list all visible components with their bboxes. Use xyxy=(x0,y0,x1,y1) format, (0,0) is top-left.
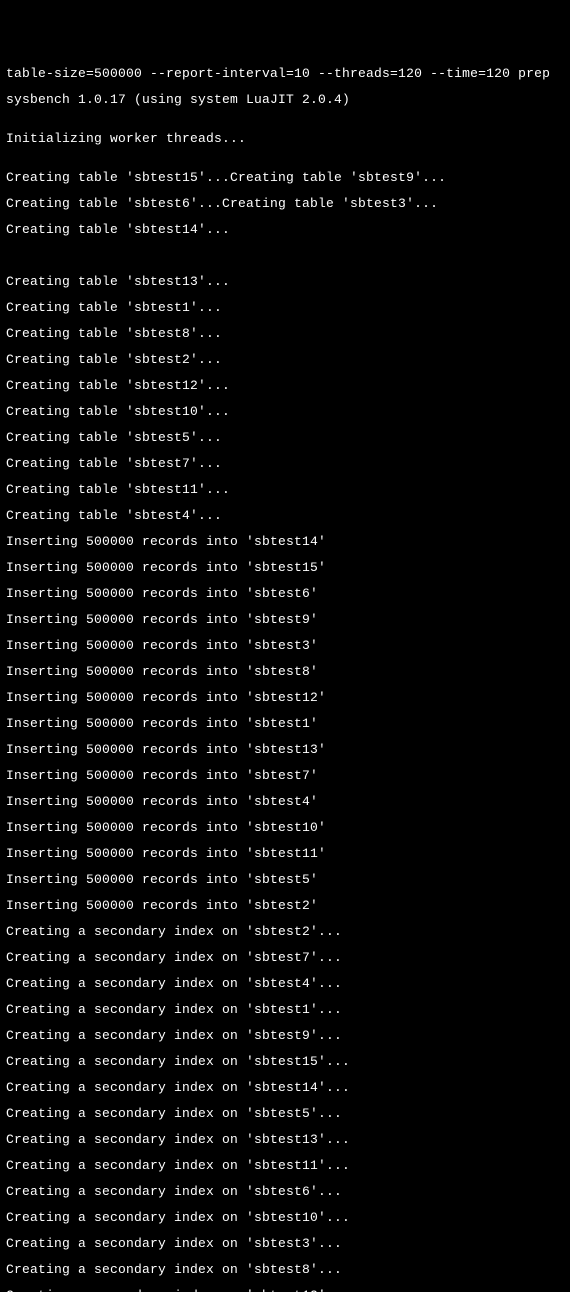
insert-line: Inserting 500000 records into 'sbtest13' xyxy=(6,743,564,756)
insert-line: Inserting 500000 records into 'sbtest10' xyxy=(6,821,564,834)
version-line: sysbench 1.0.17 (using system LuaJIT 2.0… xyxy=(6,93,564,106)
create-line: Creating table 'sbtest6'...Creating tabl… xyxy=(6,197,564,210)
index-line: Creating a secondary index on 'sbtest11'… xyxy=(6,1159,564,1172)
insert-line: Inserting 500000 records into 'sbtest7' xyxy=(6,769,564,782)
init-line: Initializing worker threads... xyxy=(6,132,564,145)
index-line: Creating a secondary index on 'sbtest10'… xyxy=(6,1211,564,1224)
index-line: Creating a secondary index on 'sbtest14'… xyxy=(6,1081,564,1094)
insert-line: Inserting 500000 records into 'sbtest11' xyxy=(6,847,564,860)
insert-line: Inserting 500000 records into 'sbtest1' xyxy=(6,717,564,730)
create-line: Creating table 'sbtest2'... xyxy=(6,353,564,366)
index-line: Creating a secondary index on 'sbtest8'.… xyxy=(6,1263,564,1276)
create-line: Creating table 'sbtest11'... xyxy=(6,483,564,496)
create-line: Creating table 'sbtest8'... xyxy=(6,327,564,340)
index-line: Creating a secondary index on 'sbtest13'… xyxy=(6,1133,564,1146)
insert-line: Inserting 500000 records into 'sbtest14' xyxy=(6,535,564,548)
insert-line: Inserting 500000 records into 'sbtest15' xyxy=(6,561,564,574)
create-line: Creating table 'sbtest13'... xyxy=(6,275,564,288)
insert-line: Inserting 500000 records into 'sbtest8' xyxy=(6,665,564,678)
create-line: Creating table 'sbtest14'... xyxy=(6,223,564,236)
insert-line: Inserting 500000 records into 'sbtest2' xyxy=(6,899,564,912)
index-line: Creating a secondary index on 'sbtest9'.… xyxy=(6,1029,564,1042)
insert-line: Inserting 500000 records into 'sbtest9' xyxy=(6,613,564,626)
index-line: Creating a secondary index on 'sbtest7'.… xyxy=(6,951,564,964)
insert-line: Inserting 500000 records into 'sbtest4' xyxy=(6,795,564,808)
index-line: Creating a secondary index on 'sbtest4'.… xyxy=(6,977,564,990)
index-line: Creating a secondary index on 'sbtest1'.… xyxy=(6,1003,564,1016)
index-line: Creating a secondary index on 'sbtest15'… xyxy=(6,1055,564,1068)
insert-line: Inserting 500000 records into 'sbtest5' xyxy=(6,873,564,886)
create-line: Creating table 'sbtest15'...Creating tab… xyxy=(6,171,564,184)
index-line: Creating a secondary index on 'sbtest2'.… xyxy=(6,925,564,938)
create-line: Creating table 'sbtest5'... xyxy=(6,431,564,444)
index-line: Creating a secondary index on 'sbtest3'.… xyxy=(6,1237,564,1250)
create-line: Creating table 'sbtest1'... xyxy=(6,301,564,314)
index-line: Creating a secondary index on 'sbtest5'.… xyxy=(6,1107,564,1120)
insert-line: Inserting 500000 records into 'sbtest6' xyxy=(6,587,564,600)
create-line: Creating table 'sbtest12'... xyxy=(6,379,564,392)
index-line: Creating a secondary index on 'sbtest6'.… xyxy=(6,1185,564,1198)
create-line: Creating table 'sbtest4'... xyxy=(6,509,564,522)
insert-line: Inserting 500000 records into 'sbtest12' xyxy=(6,691,564,704)
terminal-line: table-size=500000 --report-interval=10 -… xyxy=(6,67,564,80)
create-line: Creating table 'sbtest7'... xyxy=(6,457,564,470)
create-line: Creating table 'sbtest10'... xyxy=(6,405,564,418)
index-line: Creating a secondary index on 'sbtest12'… xyxy=(6,1289,564,1292)
